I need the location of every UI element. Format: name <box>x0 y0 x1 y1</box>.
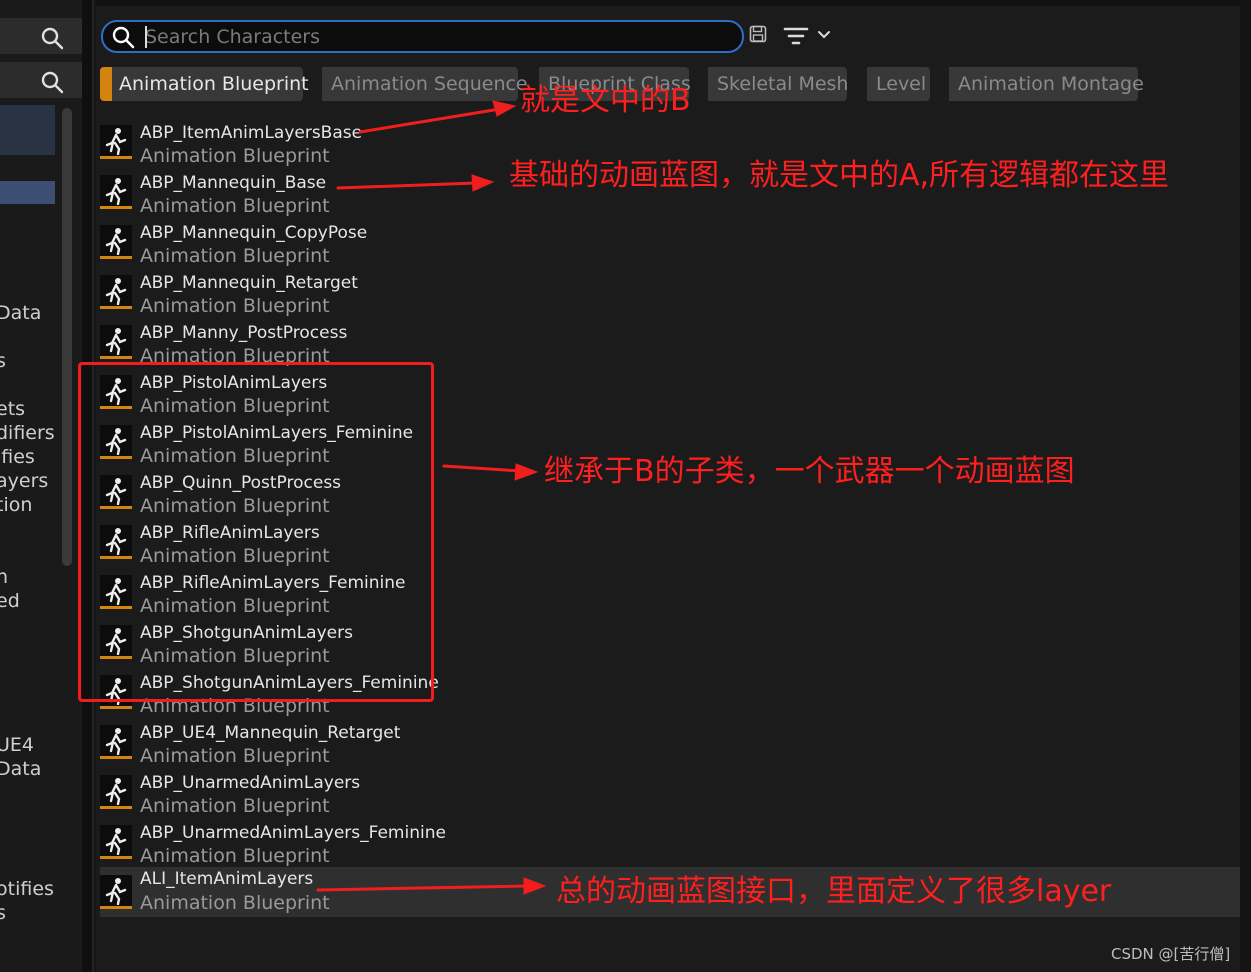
arrow-to-note-b <box>358 107 502 134</box>
arrow-head <box>492 100 517 117</box>
arrow-head <box>523 877 547 895</box>
arrow-to-note-a <box>336 181 478 190</box>
arrow-head <box>471 174 495 192</box>
arrow-to-note-children <box>442 464 522 473</box>
annotation-note-a: 基础的动画蓝图，就是文中的A,所有逻辑都在这里 <box>509 158 1170 193</box>
arrow-head <box>514 463 539 481</box>
annotation-note-interface: 总的动画蓝图接口，里面定义了很多layer <box>556 874 1112 909</box>
annotation-note-children: 继承于B的子类，一个武器一个动画蓝图 <box>544 454 1075 489</box>
annotation-note-b: 就是文中的B <box>520 83 691 118</box>
arrow-to-note-interface <box>316 884 530 892</box>
watermark: CSDN @[苦行僧] <box>1111 945 1231 963</box>
